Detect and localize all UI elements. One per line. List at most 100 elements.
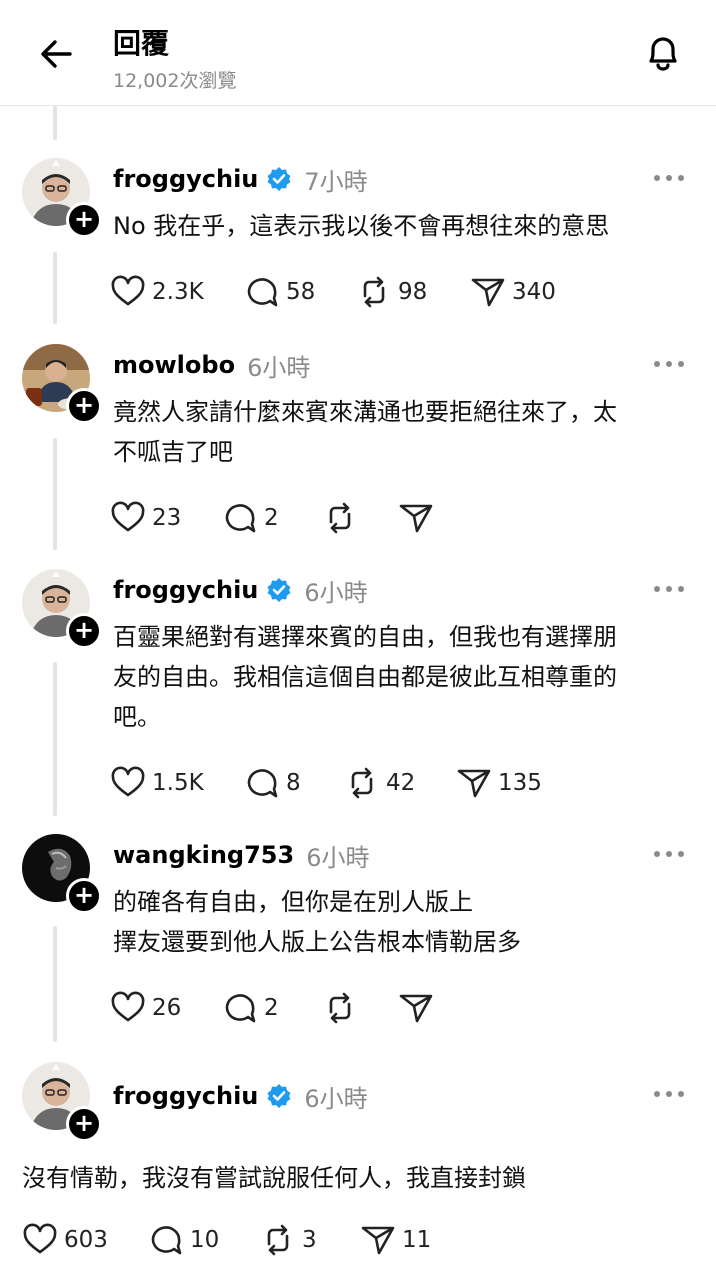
repost-button[interactable] <box>322 990 398 1026</box>
like-count: 23 <box>152 505 182 531</box>
comment-icon <box>247 278 278 307</box>
send-icon <box>457 769 491 798</box>
like-button[interactable]: 2.3K <box>110 274 244 310</box>
thread-line <box>53 662 57 816</box>
reply-button[interactable]: 58 <box>244 274 356 310</box>
like-button[interactable]: 1.5K <box>110 765 244 801</box>
thread-line <box>53 438 57 550</box>
heart-icon <box>111 501 145 532</box>
repost-button[interactable]: 98 <box>356 274 470 310</box>
more-options-icon[interactable] <box>654 844 688 864</box>
username[interactable]: froggychiu <box>113 1082 258 1110</box>
avatar[interactable]: + <box>22 158 102 238</box>
avatar[interactable]: + <box>22 569 102 649</box>
more-options-icon[interactable] <box>654 1084 688 1104</box>
verified-badge-icon <box>267 167 291 191</box>
like-count: 2.3K <box>152 279 204 305</box>
view-count: 12,002次瀏覽 <box>113 70 237 92</box>
share-button[interactable] <box>398 990 434 1026</box>
repost-count: 98 <box>398 279 428 305</box>
follow-plus-icon[interactable]: + <box>66 1106 102 1142</box>
repost-button[interactable]: 42 <box>344 765 456 801</box>
more-options-icon[interactable] <box>654 579 688 599</box>
reply-count: 8 <box>286 770 301 796</box>
reply-button[interactable]: 2 <box>222 500 322 536</box>
action-bar: 26 2 <box>110 988 434 1028</box>
heart-icon <box>111 991 145 1022</box>
send-icon <box>361 1226 395 1255</box>
reply-count: 58 <box>286 279 316 305</box>
timestamp: 6小時 <box>306 843 370 872</box>
thread-line <box>53 252 57 324</box>
username[interactable]: wangking753 <box>113 841 294 869</box>
reply-count: 2 <box>264 995 279 1021</box>
like-button[interactable]: 603 <box>22 1222 148 1258</box>
follow-plus-icon[interactable]: + <box>66 878 102 914</box>
timestamp: 6小時 <box>304 578 368 607</box>
timestamp: 6小時 <box>247 353 311 382</box>
like-count: 603 <box>64 1227 108 1253</box>
share-button[interactable]: 135 <box>456 765 542 801</box>
like-button[interactable]: 23 <box>110 500 222 536</box>
reply-count: 10 <box>190 1227 220 1253</box>
like-count: 1.5K <box>152 770 204 796</box>
reply-count: 2 <box>264 505 279 531</box>
send-icon <box>471 278 505 307</box>
like-button[interactable]: 26 <box>110 990 222 1026</box>
action-bar: 1.5K 8 42 135 <box>110 763 542 803</box>
reply-button[interactable]: 10 <box>148 1222 260 1258</box>
thread-line <box>53 926 57 1042</box>
repost-icon <box>329 502 351 534</box>
timestamp: 7小時 <box>304 167 368 196</box>
repost-icon <box>329 992 351 1024</box>
top-bar: 回覆 12,002次瀏覽 <box>0 0 716 106</box>
page-title: 回覆 <box>113 27 170 60</box>
post-text: 百靈果絕對有選擇來賓的自由，但我也有選擇朋 友的自由。我相信這個自由都是彼此互相… <box>113 623 617 731</box>
reply-button[interactable]: 2 <box>222 990 322 1026</box>
verified-badge-icon <box>267 578 291 602</box>
more-options-icon[interactable] <box>654 168 688 188</box>
heart-icon <box>111 275 145 306</box>
follow-plus-icon[interactable]: + <box>66 613 102 649</box>
thread-line <box>53 106 57 140</box>
username[interactable]: mowlobo <box>113 351 235 379</box>
reply-button[interactable]: 8 <box>244 765 344 801</box>
share-count: 11 <box>402 1227 432 1253</box>
avatar[interactable]: + <box>22 834 102 914</box>
share-button[interactable] <box>398 500 434 536</box>
comment-icon <box>151 1226 182 1255</box>
comment-icon <box>225 504 256 533</box>
follow-plus-icon[interactable]: + <box>66 388 102 424</box>
repost-button[interactable] <box>322 500 398 536</box>
post-text: 竟然人家請什麼來賓來溝通也要拒絕往來了，太 不呱吉了吧 <box>113 398 617 466</box>
comment-icon <box>225 994 256 1023</box>
repost-count: 42 <box>386 770 416 796</box>
follow-plus-icon[interactable]: + <box>66 202 102 238</box>
verified-badge-icon <box>267 1084 291 1108</box>
avatar[interactable]: + <box>22 344 102 424</box>
heart-icon <box>23 1223 57 1254</box>
more-options-icon[interactable] <box>654 354 688 374</box>
send-icon <box>399 504 433 533</box>
repost-icon <box>267 1224 289 1256</box>
action-bar: 2.3K 58 98 340 <box>110 272 556 312</box>
timestamp: 6小時 <box>304 1084 368 1113</box>
repost-button[interactable]: 3 <box>260 1222 360 1258</box>
repost-count: 3 <box>302 1227 317 1253</box>
repost-icon <box>351 767 373 799</box>
bell-icon[interactable] <box>640 30 686 76</box>
share-button[interactable]: 11 <box>360 1222 431 1258</box>
share-count: 135 <box>498 770 542 796</box>
avatar[interactable]: + <box>22 1062 102 1142</box>
back-arrow-icon[interactable] <box>36 34 76 74</box>
repost-icon <box>363 276 385 308</box>
share-count: 340 <box>512 279 556 305</box>
action-bar: 23 2 <box>110 498 434 538</box>
post-text: 的確各有自由，但你是在別人版上 擇友還要到他人版上公告根本情勒居多 <box>113 888 521 956</box>
post-text: No 我在乎，這表示我以後不會再想往來的意思 <box>113 212 610 240</box>
comment-icon <box>247 769 278 798</box>
share-button[interactable]: 340 <box>470 274 556 310</box>
username[interactable]: froggychiu <box>113 576 258 604</box>
like-count: 26 <box>152 995 182 1021</box>
username[interactable]: froggychiu <box>113 165 258 193</box>
